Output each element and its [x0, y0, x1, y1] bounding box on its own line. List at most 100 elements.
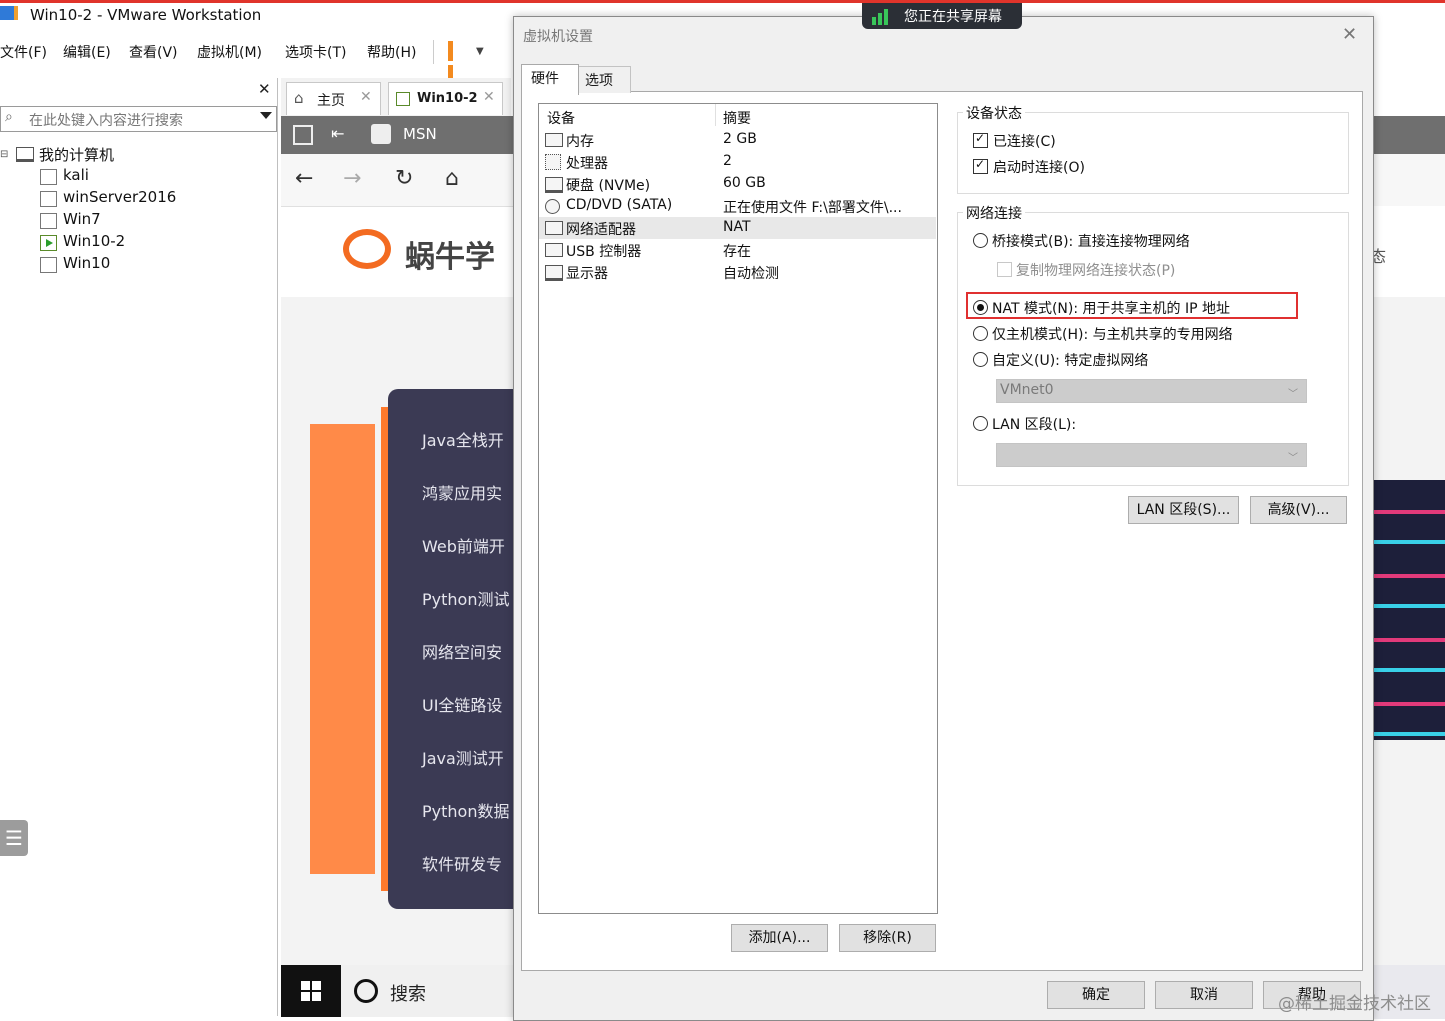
cortana-icon[interactable]: [354, 979, 378, 1003]
snail-logo-icon: [343, 229, 391, 269]
lan-segments-button[interactable]: LAN 区段(S)...: [1128, 496, 1239, 524]
close-icon[interactable]: ✕: [483, 89, 495, 105]
taskbar-search-label[interactable]: 搜索: [390, 980, 426, 1006]
device-row-processor[interactable]: 处理器 2: [539, 151, 936, 173]
tree-item-win7[interactable]: Win7: [63, 210, 101, 228]
device-summary: 正在使用文件 F:\部署文件\...: [723, 200, 902, 216]
decor-bar: [310, 424, 375, 874]
tab-win10-2[interactable]: Win10-2 ✕: [388, 82, 503, 115]
course-item[interactable]: 软件研发专: [422, 851, 502, 875]
tree-item-kali[interactable]: kali: [63, 166, 89, 184]
course-item[interactable]: UI全链路设: [422, 692, 502, 716]
column-divider: [715, 104, 716, 126]
menu-tabs[interactable]: 选项卡(T): [285, 42, 346, 62]
nat-radio[interactable]: [973, 300, 988, 315]
menu-vm[interactable]: 虚拟机(M): [197, 42, 262, 62]
tree-item-win10-2[interactable]: Win10-2: [63, 232, 125, 250]
device-name: CD/DVD (SATA): [566, 197, 673, 213]
tab-hardware[interactable]: 硬件: [521, 64, 579, 95]
network-connection-title: 网络连接: [963, 203, 1025, 223]
device-name: 处理器: [566, 156, 608, 172]
tab-home[interactable]: ⌂ 主页 ✕: [286, 82, 381, 115]
device-name: 网络适配器: [566, 222, 636, 238]
lan-segment-label[interactable]: LAN 区段(L):: [992, 414, 1076, 434]
course-item[interactable]: 网络空间安: [422, 639, 502, 663]
dialog-title: 虚拟机设置: [523, 29, 593, 45]
lan-segment-select[interactable]: ﹀: [996, 443, 1307, 467]
menu-file[interactable]: 文件(F): [0, 42, 47, 62]
home-icon[interactable]: ⌂: [445, 166, 459, 191]
host-only-radio[interactable]: [973, 326, 988, 341]
lan-segment-radio[interactable]: [973, 416, 988, 431]
tab-options[interactable]: 选项: [577, 66, 631, 93]
course-item[interactable]: Java测试开: [422, 745, 504, 769]
forward-arrow-icon[interactable]: →: [343, 166, 361, 191]
connect-at-power-on-label[interactable]: 启动时连接(O): [993, 157, 1085, 177]
bridged-radio[interactable]: [973, 233, 988, 248]
host-only-label[interactable]: 仅主机模式(H): 与主机共享的专用网络: [992, 324, 1233, 344]
ok-button[interactable]: 确定: [1047, 981, 1145, 1009]
usb-icon: [545, 243, 563, 257]
device-row-cdrom[interactable]: CD/DVD (SATA) 正在使用文件 F:\部署文件\...: [539, 195, 936, 217]
device-column-header[interactable]: 设备: [547, 108, 575, 128]
guest-toolbar: ⇤ MSN: [281, 116, 513, 154]
vmware-app-icon: [0, 6, 18, 20]
device-row-network[interactable]: 网络适配器 NAT: [539, 217, 936, 239]
device-summary: 2: [723, 153, 732, 169]
device-row-usb[interactable]: USB 控制器 存在: [539, 239, 936, 261]
menu-view[interactable]: 查看(V): [129, 42, 178, 62]
add-device-button[interactable]: 添加(A)...: [731, 924, 828, 952]
course-item[interactable]: Web前端开: [422, 533, 505, 557]
device-row-display[interactable]: 显示器 自动检测: [539, 261, 936, 283]
custom-radio[interactable]: [973, 352, 988, 367]
msn-icon: [371, 124, 391, 144]
device-summary: 存在: [723, 244, 751, 260]
tree-item-winserver2016[interactable]: winServer2016: [63, 188, 176, 206]
screen-share-banner[interactable]: 您正在共享屏幕: [862, 3, 1022, 29]
course-item[interactable]: Python数据: [422, 798, 509, 822]
dropdown-arrow-icon[interactable]: [260, 112, 272, 119]
nat-label[interactable]: NAT 模式(N): 用于共享主机的 IP 地址: [992, 298, 1230, 318]
computer-icon: [16, 147, 34, 162]
advanced-button[interactable]: 高级(V)...: [1250, 496, 1347, 524]
custom-label[interactable]: 自定义(U): 特定虚拟网络: [992, 350, 1148, 370]
replicate-state-checkbox[interactable]: [997, 262, 1012, 277]
windows-icon: [301, 981, 321, 1001]
collapse-icon[interactable]: ⊟: [0, 149, 8, 160]
bridged-label[interactable]: 桥接模式(B): 直接连接物理网络: [992, 231, 1190, 251]
replicate-state-label[interactable]: 复制物理网络连接状态(P): [1016, 260, 1175, 280]
remove-device-button[interactable]: 移除(R): [839, 924, 936, 952]
connected-checkbox[interactable]: [973, 131, 988, 148]
tree-item-win10[interactable]: Win10: [63, 254, 110, 272]
course-item[interactable]: 鸿蒙应用实: [422, 480, 502, 504]
tree-root[interactable]: 我的计算机: [39, 144, 114, 165]
close-icon[interactable]: ✕: [1342, 24, 1357, 45]
connected-label[interactable]: 已连接(C): [993, 131, 1056, 151]
course-item[interactable]: Python测试: [422, 586, 509, 610]
close-icon[interactable]: ✕: [258, 80, 271, 98]
back-tab-icon[interactable]: ⇤: [331, 124, 344, 143]
course-item[interactable]: Java全栈开: [422, 427, 504, 451]
vm-icon: [40, 213, 57, 229]
summary-column-header[interactable]: 摘要: [723, 108, 751, 128]
menu-edit[interactable]: 编辑(E): [63, 42, 111, 62]
library-search-input[interactable]: ⌕ 在此处键入内容进行搜索: [0, 106, 277, 132]
chevron-down-icon[interactable]: ▼: [476, 46, 484, 57]
device-row-memory[interactable]: 内存 2 GB: [539, 129, 936, 151]
cancel-button[interactable]: 取消: [1155, 981, 1253, 1009]
close-icon[interactable]: ✕: [360, 89, 372, 105]
tabs-icon[interactable]: [293, 125, 313, 145]
cdrom-icon: [545, 199, 560, 214]
menu-help[interactable]: 帮助(H): [367, 42, 416, 62]
device-row-harddisk[interactable]: 硬盘 (NVMe) 60 GB: [539, 173, 936, 195]
pause-icon[interactable]: [448, 41, 464, 85]
back-arrow-icon[interactable]: ←: [295, 166, 313, 191]
start-button[interactable]: [281, 965, 341, 1017]
side-menu-button[interactable]: ☰: [0, 820, 28, 856]
refresh-icon[interactable]: ↻: [395, 166, 413, 191]
vm-icon: [40, 169, 57, 185]
device-status-group: [957, 112, 1349, 194]
custom-network-select[interactable]: VMnet0 ﹀: [996, 379, 1307, 403]
device-status-title: 设备状态: [963, 103, 1025, 123]
connect-at-power-on-checkbox[interactable]: [973, 157, 988, 174]
